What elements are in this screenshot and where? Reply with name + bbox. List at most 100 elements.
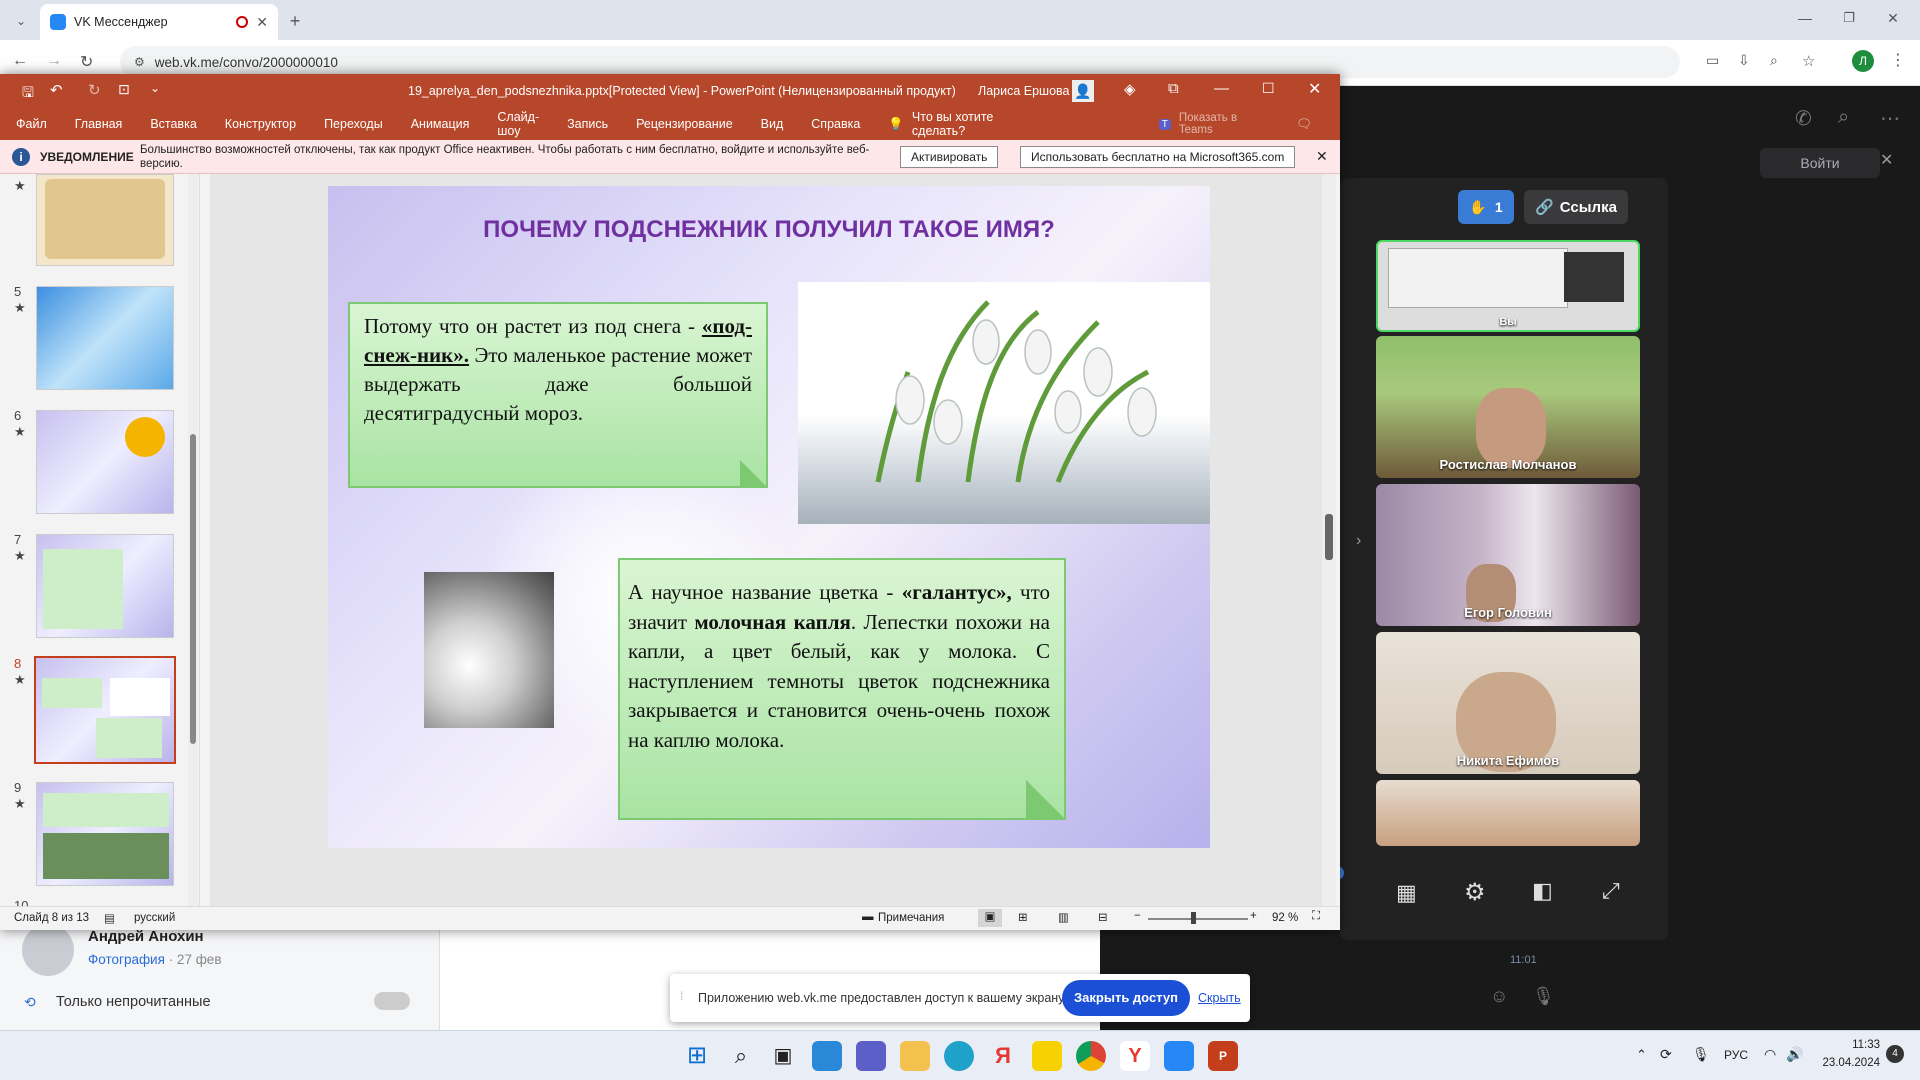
undo-icon[interactable]: ↶ xyxy=(50,81,63,99)
tab-design[interactable]: Конструктор xyxy=(225,117,296,131)
tab-review[interactable]: Рецензирование xyxy=(636,117,733,131)
drag-handle-icon[interactable]: ⁞ xyxy=(680,989,683,1003)
self-tile[interactable]: Вы xyxy=(1376,240,1640,332)
sorter-view-icon[interactable]: ⊞ xyxy=(1018,910,1028,924)
close-icon[interactable]: ✕ xyxy=(1880,150,1893,170)
edge-icon[interactable] xyxy=(944,1041,974,1071)
tab-help[interactable]: Справка xyxy=(811,117,860,131)
slide-canvas[interactable]: ПОЧЕМУ ПОДСНЕЖНИК ПОЛУЧИЛ ТАКОЕ ИМЯ? Пот… xyxy=(328,186,1210,848)
login-button[interactable]: Войти xyxy=(1760,148,1880,178)
tray-overflow-icon[interactable]: ⌃ xyxy=(1636,1047,1647,1063)
slide-thumbnail[interactable] xyxy=(36,410,174,514)
participant-tile[interactable]: Ростислав Молчанов xyxy=(1376,336,1640,478)
camera-icon[interactable]: ▭ xyxy=(1706,52,1719,69)
clock-date[interactable]: 23.04.2024 xyxy=(1820,1057,1880,1069)
forward-icon[interactable]: → xyxy=(46,52,62,70)
start-icon[interactable]: ⊞ xyxy=(682,1041,712,1071)
ppt-close-icon[interactable]: ✕ xyxy=(1308,79,1321,99)
clock-time[interactable]: 11:33 xyxy=(1820,1039,1880,1051)
bookmark-icon[interactable]: ☆ xyxy=(1802,52,1815,70)
use-free-button[interactable]: Использовать бесплатно на Microsoft365.c… xyxy=(1020,146,1296,168)
slide-thumbnail-selected[interactable] xyxy=(34,656,176,764)
zoom-out-icon[interactable]: − xyxy=(1134,910,1141,922)
emoji-icon[interactable]: ☺ xyxy=(1490,986,1508,1007)
keyboard-language[interactable]: РУС xyxy=(1724,1048,1748,1062)
reading-view-icon[interactable]: ▥ xyxy=(1058,910,1069,924)
qat-customize-icon[interactable]: ⌄ xyxy=(150,81,160,95)
tell-me-search[interactable]: Что вы хотите сделать? xyxy=(912,110,1001,138)
tab-insert[interactable]: Вставка xyxy=(150,117,196,131)
tab-animations[interactable]: Анимация xyxy=(411,117,470,131)
back-icon[interactable]: ← xyxy=(12,52,28,70)
save-icon[interactable]: 🖫 xyxy=(22,82,34,106)
link-button[interactable]: 🔗 Ссылка xyxy=(1524,190,1628,224)
vk-messenger-icon[interactable] xyxy=(1164,1041,1194,1071)
hide-link[interactable]: Скрыть xyxy=(1198,991,1241,1005)
tab-view[interactable]: Вид xyxy=(761,117,784,131)
browser-tab[interactable]: VK Мессенджер ✕ xyxy=(40,4,278,40)
network-app-icon[interactable]: ⟳ xyxy=(1660,1046,1672,1063)
search-icon[interactable]: ⌕ xyxy=(726,1041,756,1071)
yandex-browser-icon[interactable]: Y xyxy=(1120,1041,1150,1071)
phone-icon[interactable]: ✆ xyxy=(1795,106,1812,131)
normal-view-icon[interactable]: ▣ xyxy=(978,909,1002,927)
ppt-maximize-icon[interactable]: ☐ xyxy=(1262,80,1275,97)
slideshow-view-icon[interactable]: ⊟ xyxy=(1098,910,1108,924)
raised-hands-button[interactable]: ✋ 1 xyxy=(1458,190,1514,224)
accessibility-icon[interactable]: ▤ xyxy=(104,911,115,925)
gear-icon[interactable]: ⚙ xyxy=(1464,878,1486,907)
volume-icon[interactable]: 🔊 xyxy=(1786,1046,1803,1063)
collapse-icon[interactable]: › xyxy=(1356,532,1361,550)
thumbs-scrollbar[interactable] xyxy=(188,174,198,906)
slide-thumbnail[interactable] xyxy=(36,174,174,266)
tab-home[interactable]: Главная xyxy=(75,117,123,131)
unread-toggle[interactable] xyxy=(374,992,410,1010)
user-avatar[interactable]: 👤 xyxy=(1072,80,1094,102)
minimize-icon[interactable]: — xyxy=(1796,10,1814,26)
app-icon[interactable] xyxy=(1032,1041,1062,1071)
tab-search-icon[interactable]: ⌄ xyxy=(10,10,32,32)
more-icon[interactable]: ⋯ xyxy=(1880,106,1900,131)
zoom-in-icon[interactable]: + xyxy=(1250,910,1257,922)
text-box-1[interactable]: Потому что он растет из под снега - «под… xyxy=(348,302,768,488)
chrome-menu-icon[interactable]: ⋮ xyxy=(1890,50,1906,70)
microphone-icon[interactable]: 🎙 xyxy=(1692,1046,1710,1063)
tab-close-icon[interactable]: ✕ xyxy=(256,14,268,31)
search-icon[interactable]: ⌕ xyxy=(1838,106,1849,129)
diamond-icon[interactable]: ◈ xyxy=(1124,80,1136,98)
participant-tile[interactable] xyxy=(1376,780,1640,846)
chrome-icon[interactable] xyxy=(1076,1041,1106,1071)
tab-file[interactable]: Файл xyxy=(16,117,47,131)
reload-icon[interactable]: ↻ xyxy=(80,52,93,72)
tab-record[interactable]: Запись xyxy=(567,117,608,131)
redo-icon[interactable]: ↻ xyxy=(88,81,101,99)
milk-drop-image[interactable] xyxy=(424,572,554,728)
scroll-thumb[interactable] xyxy=(190,434,196,744)
layout-icon[interactable]: ◧ xyxy=(1532,878,1553,904)
slide-thumbnail[interactable] xyxy=(36,534,174,638)
profile-avatar[interactable]: Л xyxy=(1852,50,1874,72)
comments-icon[interactable]: 🗨 xyxy=(1296,117,1312,132)
file-explorer-icon[interactable] xyxy=(900,1041,930,1071)
powerpoint-icon[interactable]: P xyxy=(1208,1041,1238,1071)
stop-sharing-button[interactable]: Закрыть доступ xyxy=(1062,980,1190,1016)
chat-name[interactable]: Андрей Анохин xyxy=(88,928,204,945)
snowdrop-photo[interactable] xyxy=(798,282,1210,524)
site-info-icon[interactable]: ⚙ xyxy=(134,55,145,69)
zoom-level[interactable]: 92 % xyxy=(1272,912,1298,924)
widgets-icon[interactable] xyxy=(812,1041,842,1071)
slide-thumbnail[interactable] xyxy=(36,286,174,390)
yandex-icon[interactable]: Я xyxy=(988,1041,1018,1071)
tab-slideshow[interactable]: Слайд-шоу xyxy=(497,110,539,138)
slide-thumbnail[interactable] xyxy=(36,782,174,886)
activate-button[interactable]: Активировать xyxy=(900,146,999,168)
task-view-icon[interactable]: ▣ xyxy=(768,1041,798,1071)
fit-to-window-icon[interactable]: ⛶ xyxy=(1312,910,1320,923)
ppt-minimize-icon[interactable]: — xyxy=(1214,80,1229,97)
participant-tile[interactable]: Егор Головин xyxy=(1376,484,1640,626)
fullscreen-icon[interactable]: ⤢ xyxy=(1602,878,1620,904)
ribbon-display-icon[interactable]: ⧉ xyxy=(1168,80,1179,97)
mic-icon[interactable]: 🎙 xyxy=(1532,986,1555,1007)
participant-tile[interactable]: Никита Ефимов xyxy=(1376,632,1640,774)
teams-icon[interactable]: T xyxy=(1158,118,1171,130)
